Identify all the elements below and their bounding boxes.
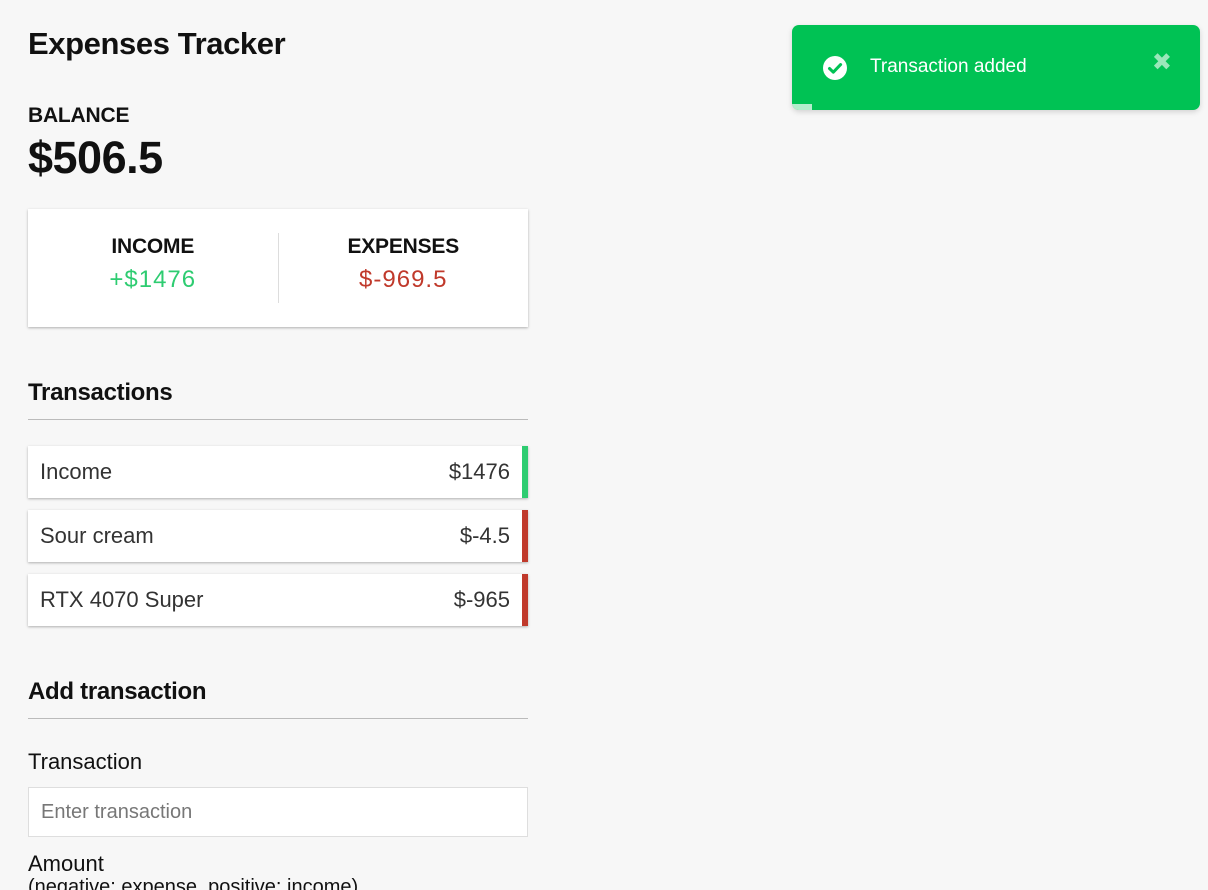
balance-value: $506.5 [28,132,163,183]
app-title: Expenses Tracker [28,26,286,61]
income-indicator-bar [522,446,528,498]
transaction-name: Sour cream [40,523,154,548]
transaction-item[interactable]: RTX 4070 Super $-965 [28,574,528,626]
transaction-item[interactable]: Sour cream $-4.5 [28,510,528,562]
toast-progress-bar [792,104,813,110]
check-circle-icon [823,56,847,80]
expenses-summary: EXPENSES $-969.5 [279,233,529,303]
expense-indicator-bar [522,510,528,562]
expenses-amount: $-969.5 [359,266,448,293]
transaction-name: Income [40,459,113,484]
amount-hint: (negative: expense, positive: income) [28,876,359,890]
income-expense-card: INCOME +$1476 EXPENSES $-969.5 [28,209,528,327]
income-summary: INCOME +$1476 [28,233,278,303]
transaction-item[interactable]: Income $1476 [28,446,528,498]
transaction-input[interactable] [28,787,528,837]
toast-notification[interactable]: Transaction added ✖ [792,25,1200,110]
balance-label: BALANCE [28,104,130,127]
income-label: INCOME [111,235,195,258]
amount-field-label: Amount [28,851,104,876]
toast-message: Transaction added [870,56,1027,77]
transaction-amount: $-4.5 [459,523,510,548]
income-amount: +$1476 [109,266,197,293]
page: Expenses Tracker BALANCE $506.5 INCOME +… [0,0,1208,890]
transaction-field-label: Transaction [28,749,143,774]
expenses-label: EXPENSES [347,235,460,258]
transaction-list: Income $1476 Sour cream $-4.5 RTX 4070 S… [28,446,528,638]
expense-indicator-bar [522,574,528,626]
add-transaction-heading: Add transaction [28,678,528,719]
transaction-amount: $-965 [453,587,510,612]
transaction-amount: $1476 [448,459,510,484]
transactions-heading: Transactions [28,379,528,420]
transaction-name: RTX 4070 Super [40,587,204,612]
close-icon[interactable]: ✖ [1152,51,1172,75]
